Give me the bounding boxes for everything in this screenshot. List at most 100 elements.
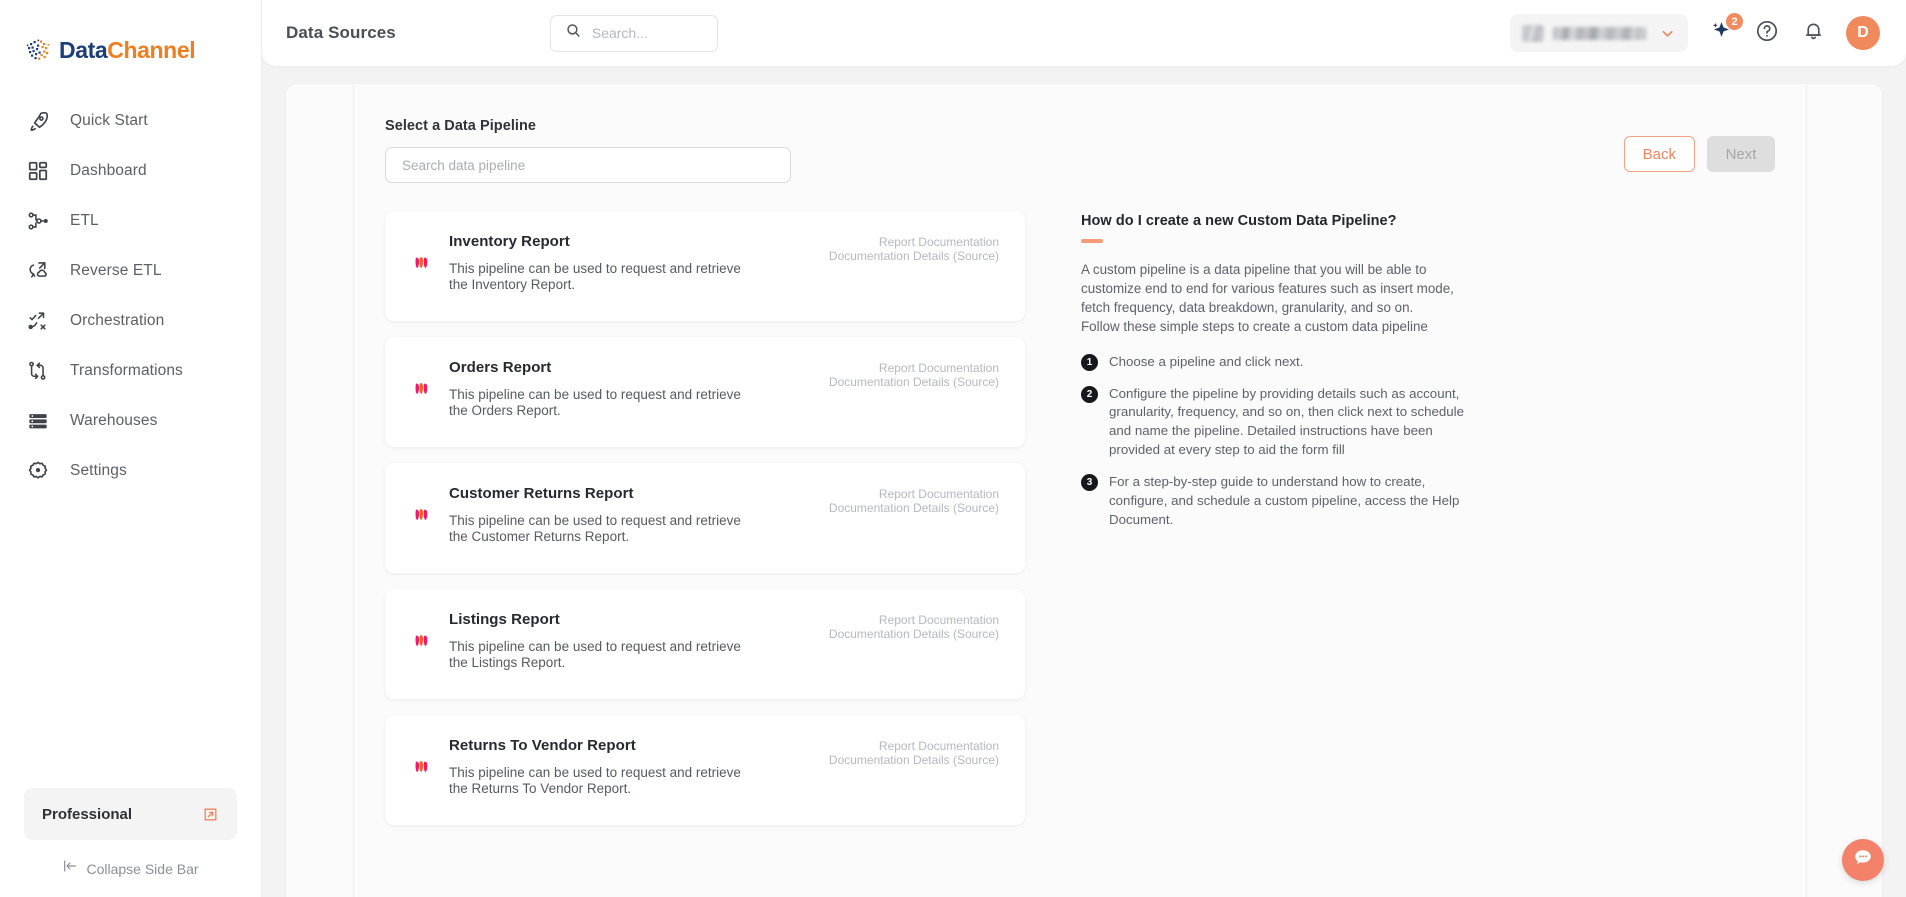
sidebar-item-label: Transformations — [70, 362, 183, 379]
sidebar-item-label: Reverse ETL — [70, 262, 162, 279]
grid-icon — [26, 159, 50, 183]
etl-nodes-icon — [26, 209, 50, 233]
plan-label: Professional — [42, 805, 133, 823]
myntra-logo-icon — [411, 755, 435, 779]
organization-logo — [1522, 24, 1544, 42]
sidebar-item-warehouses[interactable]: Warehouses — [0, 396, 261, 446]
app-logo[interactable]: DataChannel — [0, 0, 261, 74]
pipeline-card[interactable]: Listings Report This pipeline can be use… — [385, 589, 1025, 699]
pipeline-selection-panel: Select a Data Pipeline Search data pipel… — [354, 84, 1806, 897]
ai-assistant-badge: 2 — [1726, 13, 1743, 30]
top-bar: Data Sources Search... 2 D — [262, 0, 1906, 66]
documentation-details-link[interactable]: Documentation Details (Source) — [829, 627, 999, 641]
help-panel: How do I create a new Custom Data Pipeli… — [1025, 211, 1775, 825]
pipeline-search-input[interactable]: Search data pipeline — [385, 147, 791, 183]
report-documentation-link[interactable]: Report Documentation — [829, 235, 999, 249]
help-step: 2 Configure the pipeline by providing de… — [1081, 385, 1775, 461]
pipeline-list: Inventory Report This pipeline can be us… — [385, 211, 1025, 825]
pipeline-name: Customer Returns Report — [449, 485, 634, 502]
user-avatar[interactable]: D — [1846, 16, 1880, 50]
help-panel-title: How do I create a new Custom Data Pipeli… — [1081, 213, 1397, 229]
sidebar-item-dashboard[interactable]: Dashboard — [0, 146, 261, 196]
pipeline-description: This pipeline can be used to request and… — [449, 513, 741, 544]
pipeline-doc-links: Report Documentation Documentation Detai… — [829, 611, 999, 675]
page-title: Data Sources — [286, 23, 396, 42]
sidebar-item-label: Dashboard — [70, 162, 147, 179]
reverse-etl-icon — [26, 259, 50, 283]
step-number-badge: 2 — [1081, 385, 1098, 403]
sidebar-item-label: Orchestration — [70, 312, 165, 329]
step-number-badge: 1 — [1081, 353, 1098, 371]
sidebar-item-quick-start[interactable]: Quick Start — [0, 96, 261, 146]
documentation-details-link[interactable]: Documentation Details (Source) — [829, 753, 999, 767]
panel-body: Inventory Report This pipeline can be us… — [385, 211, 1806, 825]
pipeline-description: This pipeline can be used to request and… — [449, 387, 741, 418]
pipeline-card[interactable]: Customer Returns Report This pipeline ca… — [385, 463, 1025, 573]
chat-support-button[interactable] — [1842, 839, 1884, 881]
logo-text-channel: Channel — [107, 36, 196, 63]
myntra-logo-icon — [411, 629, 435, 653]
global-search-input[interactable]: Search... — [549, 14, 718, 52]
pipeline-card[interactable]: Returns To Vendor Report This pipeline c… — [385, 715, 1025, 825]
pipeline-description: This pipeline can be used to request and… — [449, 639, 741, 670]
sidebar-footer: Professional Collapse Side Bar — [0, 788, 261, 897]
right-rail — [1806, 84, 1882, 897]
help-step: 3 For a step-by-step guide to understand… — [1081, 473, 1775, 530]
chat-bubble-icon — [1851, 846, 1875, 875]
organization-selector[interactable] — [1510, 14, 1688, 52]
step-number-badge: 3 — [1081, 474, 1098, 492]
documentation-details-link[interactable]: Documentation Details (Source) — [829, 501, 999, 515]
plan-badge[interactable]: Professional — [24, 788, 237, 840]
top-bar-actions: 2 D — [1510, 13, 1880, 52]
pipeline-name: Listings Report — [449, 611, 560, 628]
step-text: Configure the pipeline by providing deta… — [1109, 385, 1465, 458]
content-wrapper: Select a Data Pipeline Search data pipel… — [262, 66, 1906, 897]
help-button[interactable] — [1754, 20, 1780, 46]
pipeline-description: This pipeline can be used to request and… — [449, 765, 741, 796]
pipeline-name: Returns To Vendor Report — [449, 737, 636, 754]
sidebar-item-transformations[interactable]: Transformations — [0, 346, 261, 396]
left-rail — [286, 84, 354, 897]
collapse-sidebar-label: Collapse Side Bar — [86, 860, 199, 877]
sidebar-item-etl[interactable]: ETL — [0, 196, 261, 246]
bell-icon — [1802, 19, 1825, 47]
pipeline-card-body: Customer Returns Report This pipeline ca… — [449, 485, 815, 549]
sidebar-item-label: Settings — [70, 462, 127, 479]
back-button[interactable]: Back — [1623, 136, 1695, 172]
report-documentation-link[interactable]: Report Documentation — [829, 613, 999, 627]
transformations-icon — [26, 359, 50, 383]
sidebar-item-orchestration[interactable]: Orchestration — [0, 296, 261, 346]
pipeline-card[interactable]: Inventory Report This pipeline can be us… — [385, 211, 1025, 321]
pipeline-name: Orders Report — [449, 359, 552, 376]
report-documentation-link[interactable]: Report Documentation — [829, 487, 999, 501]
help-step: 1 Choose a pipeline and click next. — [1081, 353, 1775, 372]
report-documentation-link[interactable]: Report Documentation — [829, 361, 999, 375]
report-documentation-link[interactable]: Report Documentation — [829, 739, 999, 753]
sidebar-item-reverse-etl[interactable]: Reverse ETL — [0, 246, 261, 296]
documentation-details-link[interactable]: Documentation Details (Source) — [829, 375, 999, 389]
pipeline-doc-links: Report Documentation Documentation Detai… — [829, 359, 999, 423]
external-link-icon[interactable] — [202, 806, 219, 823]
collapse-sidebar-button[interactable]: Collapse Side Bar — [24, 858, 237, 879]
notifications-button[interactable] — [1800, 20, 1826, 46]
next-button[interactable]: Next — [1707, 136, 1775, 172]
sidebar-item-settings[interactable]: Settings — [0, 446, 261, 496]
global-search-placeholder: Search... — [591, 25, 648, 41]
panel-header: Select a Data Pipeline Search data pipel… — [385, 118, 1806, 183]
application-window: DataChannel Quick Start Dashboard ETL Re… — [0, 0, 1906, 897]
pipeline-card-body: Listings Report This pipeline can be use… — [449, 611, 815, 675]
section-title: Select a Data Pipeline — [385, 118, 536, 134]
step-text: Choose a pipeline and click next. — [1109, 353, 1304, 369]
sidebar: DataChannel Quick Start Dashboard ETL Re… — [0, 0, 262, 897]
pipeline-doc-links: Report Documentation Documentation Detai… — [829, 485, 999, 549]
sidebar-item-label: Warehouses — [70, 412, 158, 429]
help-panel-divider — [1081, 239, 1103, 243]
main-region: Data Sources Search... 2 D Select a Data… — [262, 0, 1906, 897]
documentation-details-link[interactable]: Documentation Details (Source) — [829, 249, 999, 263]
pipeline-doc-links: Report Documentation Documentation Detai… — [829, 737, 999, 801]
orchestration-icon — [26, 309, 50, 333]
ai-assistant-button[interactable]: 2 — [1708, 13, 1743, 46]
pipeline-card[interactable]: Orders Report This pipeline can be used … — [385, 337, 1025, 447]
pipeline-name: Inventory Report — [449, 233, 570, 250]
content-card: Select a Data Pipeline Search data pipel… — [286, 84, 1882, 897]
